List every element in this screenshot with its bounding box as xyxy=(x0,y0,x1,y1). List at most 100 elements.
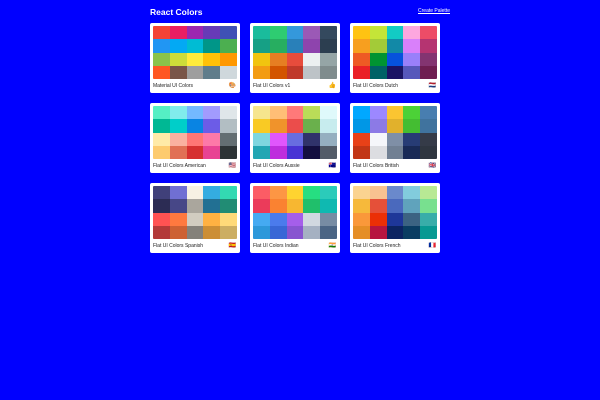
palette-name: Flat UI Colors Spanish xyxy=(153,243,204,249)
color-swatch xyxy=(253,106,270,120)
palette-name: Flat UI Colors v1 xyxy=(253,83,291,89)
color-swatch xyxy=(420,106,437,120)
color-swatch xyxy=(369,39,387,53)
color-swatch xyxy=(353,26,370,40)
color-swatch xyxy=(186,132,204,146)
palette-card[interactable]: Flat UI Colors Aussie 🇦🇺 xyxy=(250,103,340,173)
color-swatch xyxy=(369,26,387,40)
color-swatch xyxy=(403,39,421,53)
color-swatch xyxy=(269,26,287,40)
color-swatch xyxy=(153,106,170,120)
palette-swatch-grid xyxy=(253,186,337,239)
color-swatch xyxy=(153,132,170,146)
palette-swatch-grid xyxy=(153,106,237,159)
create-palette-link[interactable]: Create Palette xyxy=(418,8,450,14)
color-swatch xyxy=(186,145,204,159)
color-swatch xyxy=(303,52,321,66)
color-swatch xyxy=(353,225,370,239)
color-swatch xyxy=(386,52,404,66)
color-swatch xyxy=(253,186,270,200)
color-swatch xyxy=(153,119,170,133)
color-swatch xyxy=(269,65,287,79)
palette-card[interactable]: Flat UI Colors Indian 🇮🇳 xyxy=(250,183,340,253)
palette-emoji-icon: 🇮🇳 xyxy=(328,243,336,249)
color-swatch xyxy=(320,132,337,146)
palette-card[interactable]: Material UI Colors 🎨 xyxy=(150,23,240,93)
palette-card[interactable]: Flat UI Colors Dutch 🇳🇱 xyxy=(350,23,440,93)
color-swatch xyxy=(386,26,404,40)
palette-card-footer: Flat UI Colors French 🇫🇷 xyxy=(353,239,437,253)
color-swatch xyxy=(320,52,337,66)
color-swatch xyxy=(320,145,337,159)
color-swatch xyxy=(203,65,221,79)
palette-card[interactable]: Flat UI Colors American 🇺🇸 xyxy=(150,103,240,173)
color-swatch xyxy=(253,65,270,79)
color-swatch xyxy=(386,132,404,146)
palette-swatch-grid xyxy=(253,106,337,159)
color-swatch xyxy=(186,186,204,200)
color-swatch xyxy=(386,212,404,226)
color-swatch xyxy=(220,52,237,66)
color-swatch xyxy=(220,26,237,40)
color-swatch xyxy=(303,65,321,79)
color-swatch xyxy=(220,132,237,146)
palette-card[interactable]: Flat UI Colors British 🇬🇧 xyxy=(350,103,440,173)
color-swatch xyxy=(420,132,437,146)
color-swatch xyxy=(353,65,370,79)
palette-card-footer: Flat UI Colors v1 👍 xyxy=(253,79,337,93)
color-swatch xyxy=(169,65,187,79)
palette-emoji-icon: 🎨 xyxy=(228,83,236,89)
color-swatch xyxy=(269,199,287,213)
color-swatch xyxy=(403,52,421,66)
palette-name: Flat UI Colors French xyxy=(353,243,401,249)
color-swatch xyxy=(186,106,204,120)
palette-list-page: React Colors Create Palette Material UI … xyxy=(150,0,450,253)
palette-card-footer: Material UI Colors 🎨 xyxy=(153,79,237,93)
color-swatch xyxy=(169,106,187,120)
color-swatch xyxy=(203,52,221,66)
color-swatch xyxy=(320,106,337,120)
color-swatch xyxy=(369,212,387,226)
color-swatch xyxy=(269,132,287,146)
palette-card[interactable]: Flat UI Colors v1 👍 xyxy=(250,23,340,93)
color-swatch xyxy=(353,132,370,146)
color-swatch xyxy=(186,26,204,40)
color-swatch xyxy=(420,186,437,200)
color-swatch xyxy=(353,199,370,213)
color-swatch xyxy=(253,145,270,159)
color-swatch xyxy=(303,199,321,213)
color-swatch xyxy=(369,186,387,200)
palette-emoji-icon: 🇫🇷 xyxy=(428,243,436,249)
palette-name: Flat UI Colors Aussie xyxy=(253,163,300,169)
palette-swatch-grid xyxy=(253,26,337,79)
top-nav: React Colors Create Palette xyxy=(150,0,450,24)
color-swatch xyxy=(420,39,437,53)
color-swatch xyxy=(303,39,321,53)
color-swatch xyxy=(320,26,337,40)
color-swatch xyxy=(269,186,287,200)
color-swatch xyxy=(220,199,237,213)
color-swatch xyxy=(153,145,170,159)
color-swatch xyxy=(403,145,421,159)
palette-swatch-grid xyxy=(353,26,437,79)
color-swatch xyxy=(353,39,370,53)
color-swatch xyxy=(353,212,370,226)
color-swatch xyxy=(353,186,370,200)
palette-name: Flat UI Colors British xyxy=(353,163,399,169)
color-swatch xyxy=(369,119,387,133)
page-title: React Colors xyxy=(150,7,203,17)
color-swatch xyxy=(303,132,321,146)
color-swatch xyxy=(186,212,204,226)
color-swatch xyxy=(220,212,237,226)
color-swatch xyxy=(369,52,387,66)
color-swatch xyxy=(269,106,287,120)
color-swatch xyxy=(320,65,337,79)
color-swatch xyxy=(253,132,270,146)
palette-card[interactable]: Flat UI Colors French 🇫🇷 xyxy=(350,183,440,253)
color-swatch xyxy=(420,199,437,213)
color-swatch xyxy=(153,65,170,79)
color-swatch xyxy=(369,106,387,120)
palette-card[interactable]: Flat UI Colors Spanish 🇪🇸 xyxy=(150,183,240,253)
palette-grid: Material UI Colors 🎨 Flat UI Colors v1 👍 Fla… xyxy=(150,23,440,253)
color-swatch xyxy=(186,65,204,79)
